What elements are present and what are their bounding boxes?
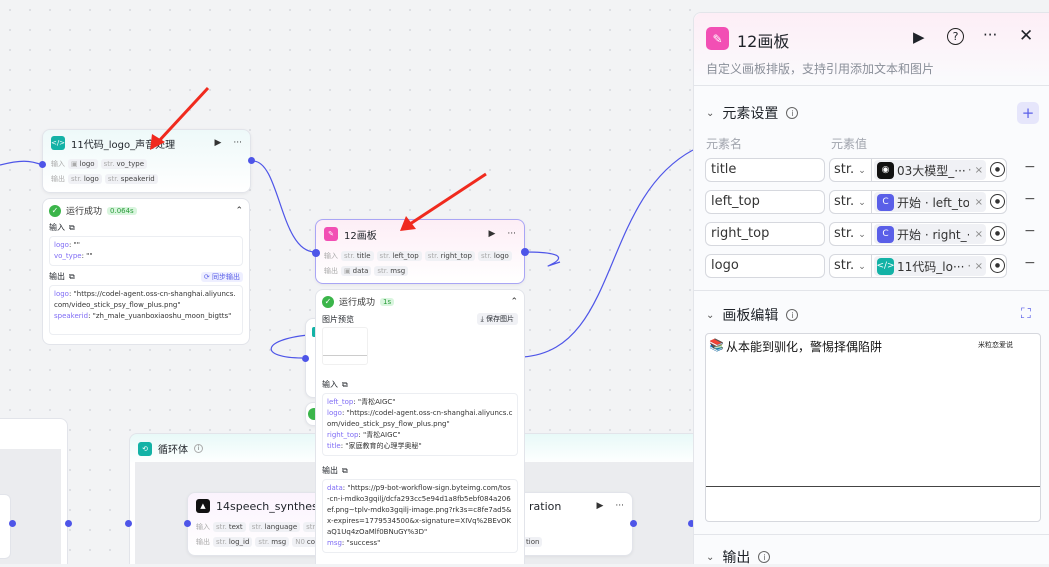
section-title: 元素设置 [722,106,779,122]
elements-section-header[interactable]: ⌄ 元素设置 i [706,103,799,123]
help-icon[interactable]: ? [947,28,964,45]
element-name-input[interactable]: right_top [705,222,825,246]
panel-description: 自定义画板排版，支持引用添加文本和图片 [706,62,935,76]
element-value-field[interactable]: str. ⌄ ◉ 03大模型_··· · × ● [829,158,1007,182]
remove-ref-icon[interactable]: × [975,229,983,240]
variable-ref-chip[interactable]: C开始 · left_top× [874,192,986,212]
remove-ref-icon[interactable]: × [975,165,983,176]
remove-element-button[interactable]: − [1024,255,1036,271]
section-title: 输出 [722,550,751,566]
canvas-section-header[interactable]: ⌄ 画板编辑 i [706,305,799,325]
chevron-down-icon: ⌄ [706,107,715,119]
remove-ref-icon[interactable]: × [975,261,983,272]
more-button[interactable]: ··· [983,26,997,44]
chevron-down-icon: ⌄ [858,198,866,208]
chevron-down-icon: ⌄ [706,309,715,321]
info-icon: i [786,107,799,119]
variable-picker-icon[interactable]: ● [990,258,1005,273]
chevron-down-icon: ⌄ [858,262,866,272]
variable-ref-chip[interactable]: ◉ 03大模型_··· · × [874,160,986,180]
red-arrow [156,86,210,144]
variable-ref-chip[interactable]: C开始 · right_···× [874,224,986,244]
variable-picker-icon[interactable]: ● [990,162,1005,177]
source-node-icon: C [877,193,894,211]
close-button[interactable]: ✕ [1019,26,1033,46]
type-select[interactable]: str. ⌄ [834,226,866,241]
workflow-canvas[interactable]: ⟲ 循环体 i ▲ 14speech_synthesis 输入 str. text … [0,0,693,564]
remove-element-button[interactable]: − [1024,223,1036,239]
node-config-panel: ✎ 12画板 ▶ ? ··· ✕ 自定义画板排版，支持引用添加文本和图片 ⌄ 元素… [693,12,1049,567]
books-icon: 📚 [709,338,724,352]
element-name-input[interactable]: logo [705,254,825,278]
variable-ref-chip[interactable]: </> 11代码_lo··· · × [874,256,986,276]
canvas-divider-line[interactable] [706,486,1040,487]
red-arrow [409,172,487,226]
type-select[interactable]: str. ⌄ [834,258,866,273]
remove-element-button[interactable]: − [1024,159,1036,175]
type-select[interactable]: str. ⌄ [834,194,866,209]
col-value-label: 元素值 [831,137,868,151]
source-node-icon: </> [876,257,895,275]
variable-picker-icon[interactable]: ● [990,194,1005,209]
remove-element-button[interactable]: − [1024,191,1036,207]
variable-picker-icon[interactable]: ● [990,226,1005,241]
canvas-icon: ✎ [706,27,729,50]
chevron-down-icon: ⌄ [706,551,715,563]
add-element-button[interactable]: + [1017,102,1039,124]
type-select[interactable]: str. ⌄ [834,162,866,177]
remove-ref-icon[interactable]: × [975,197,983,208]
element-name-input[interactable]: left_top [705,190,825,214]
run-button[interactable]: ▶ [913,28,925,46]
fullscreen-icon[interactable]: ⛶ [1021,306,1031,322]
panel-title: 12画板 [737,32,790,51]
source-node-icon: ◉ [877,161,894,179]
col-name-label: 元素名 [706,137,743,151]
element-value-field[interactable]: str. ⌄ C开始 · right_···× ● [829,222,1007,246]
canvas-editor[interactable]: 📚 从本能到驯化，警惕择偶陷阱 米粒恋爱说 [705,333,1041,522]
info-icon: i [786,309,799,321]
info-icon: i [758,551,771,563]
element-value-field[interactable]: str. ⌄ </> 11代码_lo··· · × ● [829,254,1007,278]
element-name-input[interactable]: title [705,158,825,182]
chevron-down-icon: ⌄ [858,230,866,240]
canvas-title-text[interactable]: 从本能到驯化，警惕择偶陷阱 [726,338,882,355]
canvas-corner-text[interactable]: 米粒恋爱说 [978,340,1013,350]
element-value-field[interactable]: str. ⌄ C开始 · left_top× ● [829,190,1007,214]
section-title: 画板编辑 [722,308,779,324]
chevron-down-icon: ⌄ [858,166,866,176]
annotation-arrows [150,86,487,231]
source-node-icon: C [877,225,894,243]
output-section-header[interactable]: ⌄ 输出 i [706,547,771,567]
